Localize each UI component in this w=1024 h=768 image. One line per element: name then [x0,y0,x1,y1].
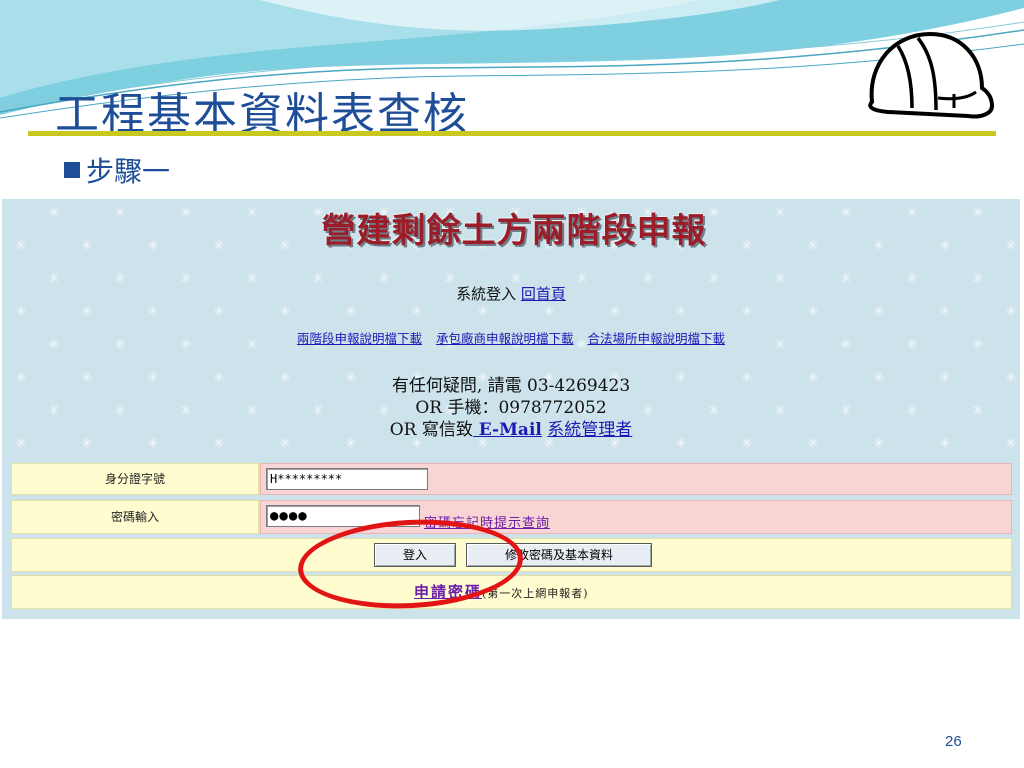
login-header: 系統登入 回首頁 [2,283,1020,304]
hard-hat-icon [868,31,995,119]
contractor-manual-link[interactable]: 承包廠商申報說明檔下載 [436,331,574,346]
banner-title: 營建剩餘土方兩階段申報 [321,211,707,251]
site-manual-link[interactable]: 合法場所申報說明檔下載 [587,331,725,346]
password-label: 密碼輸入 [11,500,259,534]
download-links: 兩階段申報說明檔下載 承包廠商申報說明檔下載 合法場所申報說明檔下載 [2,328,1020,347]
contact-email-prefix: OR 寫信致 [389,420,473,440]
step-heading: 步驟一 [64,150,170,190]
square-bullet-icon [64,162,80,178]
page-number: 26 [945,733,962,750]
step-label: 步驟一 [86,155,171,188]
admin-link[interactable]: 系統管理者 [547,420,632,440]
title-underline [28,131,996,136]
login-text: 系統登入 [456,285,517,303]
id-input[interactable]: H********* [266,468,428,490]
contact-email-row: OR 寫信致 E-Mail 系統管理者 [2,415,1020,440]
apply-note: (第一次上網申報者) [482,587,589,600]
two-stage-manual-link[interactable]: 兩階段申報說明檔下載 [297,331,422,346]
id-label: 身分證字號 [11,463,259,495]
email-link[interactable]: E-Mail [473,420,542,440]
home-link[interactable]: 回首頁 [521,285,566,303]
